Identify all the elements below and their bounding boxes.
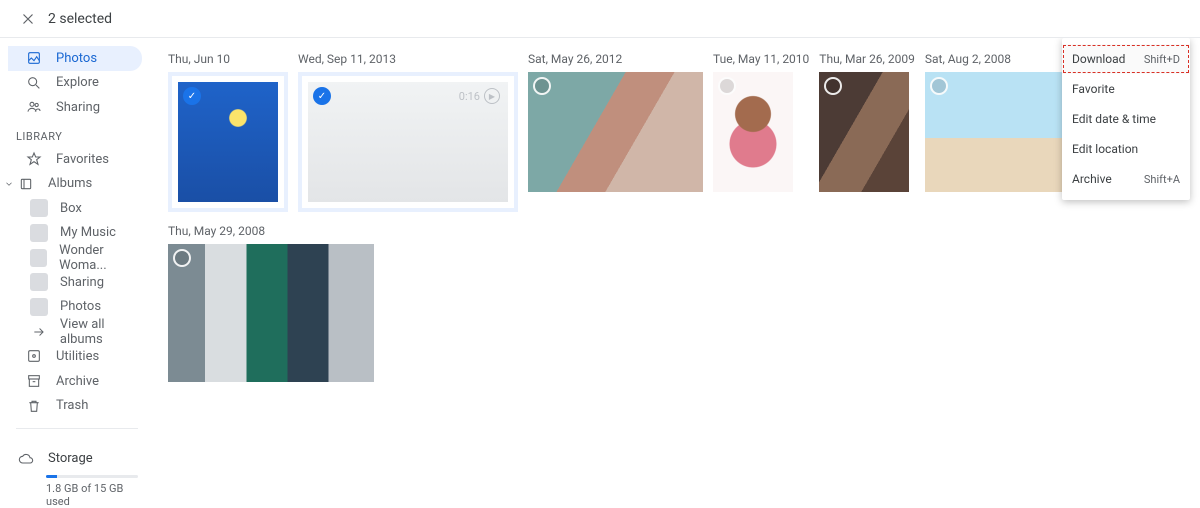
- album-item-sharing[interactable]: Sharing: [0, 270, 150, 295]
- sidebar-item-label: Albums: [48, 176, 92, 191]
- sidebar-item-sharing[interactable]: Sharing: [8, 95, 142, 120]
- sidebar-item-label: Archive: [56, 374, 99, 389]
- album-label: Box: [60, 201, 82, 216]
- check-icon[interactable]: ✓: [313, 87, 331, 105]
- sidebar-item-archive[interactable]: Archive: [8, 369, 142, 394]
- photo-thumbnail[interactable]: [168, 244, 374, 382]
- search-icon: [24, 73, 44, 93]
- album-item-box[interactable]: Box: [0, 196, 150, 221]
- album-thumb-icon: [30, 298, 48, 316]
- divider: [16, 428, 138, 429]
- people-icon: [24, 97, 44, 117]
- selection-count: 2 selected: [48, 11, 112, 27]
- trash-icon: [24, 396, 44, 416]
- date-label: Thu, Jun 10: [168, 52, 288, 66]
- menu-label: Edit date & time: [1072, 112, 1156, 126]
- menu-label: Favorite: [1072, 82, 1115, 96]
- sidebar-item-favorites[interactable]: Favorites: [8, 147, 142, 172]
- menu-shortcut: Shift+D: [1144, 53, 1180, 66]
- video-thumbnail[interactable]: ✓ 0:16 ▶: [308, 82, 508, 202]
- view-all-albums[interactable]: View all albums: [0, 319, 150, 344]
- storage-label: Storage: [48, 451, 93, 466]
- sidebar-item-utilities[interactable]: Utilities: [8, 344, 142, 369]
- album-thumb-icon: [30, 224, 48, 242]
- menu-label: Download: [1072, 52, 1125, 66]
- date-label: Thu, Mar 26, 2009: [819, 52, 915, 66]
- video-badge: 0:16 ▶: [459, 88, 500, 104]
- play-icon: ▶: [484, 88, 500, 104]
- library-section-title: LIBRARY: [0, 120, 150, 147]
- sidebar-item-label: Utilities: [56, 349, 99, 364]
- album-item-wonder-woman[interactable]: Wonder Woma...: [0, 245, 150, 270]
- chevron-down-icon: [2, 179, 16, 189]
- photo-group: Thu, May 29, 2008: [168, 224, 1200, 382]
- storage-bar: [46, 475, 138, 478]
- photo-group: Thu, Mar 26, 2009: [819, 52, 915, 212]
- date-label: Sat, May 26, 2012: [528, 52, 703, 66]
- close-icon[interactable]: [8, 0, 48, 39]
- album-item-my-music[interactable]: My Music: [0, 220, 150, 245]
- photo-thumbnail[interactable]: [528, 72, 703, 192]
- photo-thumbnail[interactable]: [713, 72, 793, 192]
- menu-item-download[interactable]: Download Shift+D: [1062, 44, 1190, 74]
- sidebar-item-albums[interactable]: Albums: [0, 171, 150, 196]
- date-label: Thu, May 29, 2008: [168, 224, 1200, 238]
- menu-item-edit-location[interactable]: Edit location: [1062, 134, 1190, 164]
- check-icon[interactable]: ✓: [183, 87, 201, 105]
- album-label: My Music: [60, 225, 116, 240]
- sidebar-item-label: Photos: [56, 51, 97, 66]
- date-label: Tue, May 11, 2010: [713, 52, 809, 66]
- sidebar: Photos Explore Sharing LIBRARY Favorites…: [0, 38, 150, 508]
- star-icon: [24, 149, 44, 169]
- menu-item-favorite[interactable]: Favorite: [1062, 74, 1190, 104]
- album-thumb-icon: [30, 273, 48, 291]
- album-label: Sharing: [60, 275, 104, 290]
- check-icon[interactable]: [533, 77, 551, 95]
- sidebar-item-photos[interactable]: Photos: [8, 46, 142, 71]
- selection-toolbar: 2 selected: [0, 0, 1200, 38]
- storage-section[interactable]: Storage 1.8 GB of 15 GB used: [16, 449, 138, 508]
- photo-icon: [24, 48, 44, 68]
- sidebar-item-explore[interactable]: Explore: [8, 71, 142, 96]
- photo-group: Sat, May 26, 2012: [528, 52, 703, 212]
- photo-grid: Thu, Jun 10 ✓ Wed, Sep 11, 2013 ✓ 0:16 ▶…: [150, 38, 1200, 508]
- photo-thumbnail[interactable]: ✓: [178, 82, 278, 202]
- context-menu: Download Shift+D Favorite Edit date & ti…: [1062, 38, 1190, 200]
- utilities-icon: [24, 346, 44, 366]
- album-label: Photos: [60, 299, 101, 314]
- album-icon: [16, 176, 36, 192]
- album-thumb-icon: [30, 249, 47, 267]
- sidebar-item-label: Favorites: [56, 152, 109, 167]
- check-icon[interactable]: [718, 77, 736, 95]
- sidebar-item-label: Explore: [56, 75, 99, 90]
- menu-label: Archive: [1072, 172, 1112, 186]
- storage-fill: [46, 475, 57, 478]
- photo-group: Tue, May 11, 2010: [713, 52, 809, 212]
- photo-group: Thu, Jun 10 ✓: [168, 52, 288, 212]
- sidebar-item-label: Trash: [56, 398, 88, 413]
- sidebar-item-trash[interactable]: Trash: [8, 393, 142, 418]
- album-thumb-icon: [30, 199, 48, 217]
- cloud-icon: [16, 449, 36, 469]
- menu-shortcut: Shift+A: [1144, 173, 1180, 186]
- album-item-photos[interactable]: Photos: [0, 295, 150, 320]
- storage-usage-text: 1.8 GB of 15 GB used: [46, 482, 138, 508]
- check-icon[interactable]: [930, 77, 948, 95]
- album-label: View all albums: [60, 317, 150, 347]
- menu-label: Edit location: [1072, 142, 1138, 156]
- album-label: Wonder Woma...: [59, 243, 150, 273]
- video-duration: 0:16: [459, 90, 480, 103]
- photo-thumbnail[interactable]: [819, 72, 909, 192]
- archive-icon: [24, 371, 44, 391]
- menu-item-edit-date[interactable]: Edit date & time: [1062, 104, 1190, 134]
- check-icon[interactable]: [824, 77, 842, 95]
- sidebar-item-label: Sharing: [56, 100, 100, 115]
- check-icon[interactable]: [173, 249, 191, 267]
- photo-group: Wed, Sep 11, 2013 ✓ 0:16 ▶: [298, 52, 518, 212]
- date-label: Wed, Sep 11, 2013: [298, 52, 518, 66]
- menu-item-archive[interactable]: Archive Shift+A: [1062, 164, 1190, 194]
- arrow-right-icon: [30, 323, 48, 341]
